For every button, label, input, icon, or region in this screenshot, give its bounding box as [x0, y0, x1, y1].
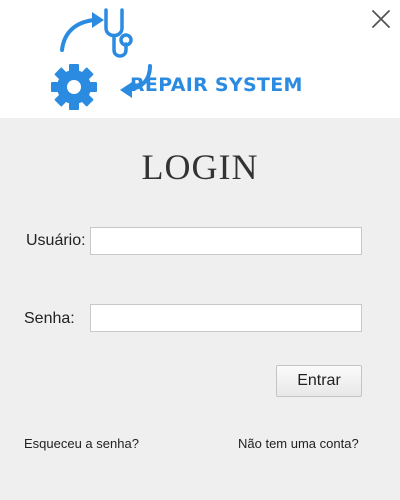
logo-text: REPAIR SYSTEM: [130, 74, 303, 96]
close-icon[interactable]: [368, 6, 394, 32]
repair-system-logo: [50, 4, 310, 114]
signup-link[interactable]: Não tem uma conta?: [238, 436, 359, 451]
login-title: LOGIN: [141, 147, 259, 187]
logo-graphic-icon: [51, 8, 152, 110]
login-button[interactable]: Entrar: [276, 365, 362, 397]
password-input[interactable]: [90, 304, 362, 332]
close-button[interactable]: [368, 6, 394, 32]
password-label: Senha:: [24, 310, 75, 327]
forgot-password-link[interactable]: Esqueceu a senha?: [24, 436, 139, 451]
username-input[interactable]: [90, 227, 362, 255]
username-label: Usuário:: [26, 232, 86, 249]
header: REPAIR SYSTEM: [0, 0, 400, 118]
